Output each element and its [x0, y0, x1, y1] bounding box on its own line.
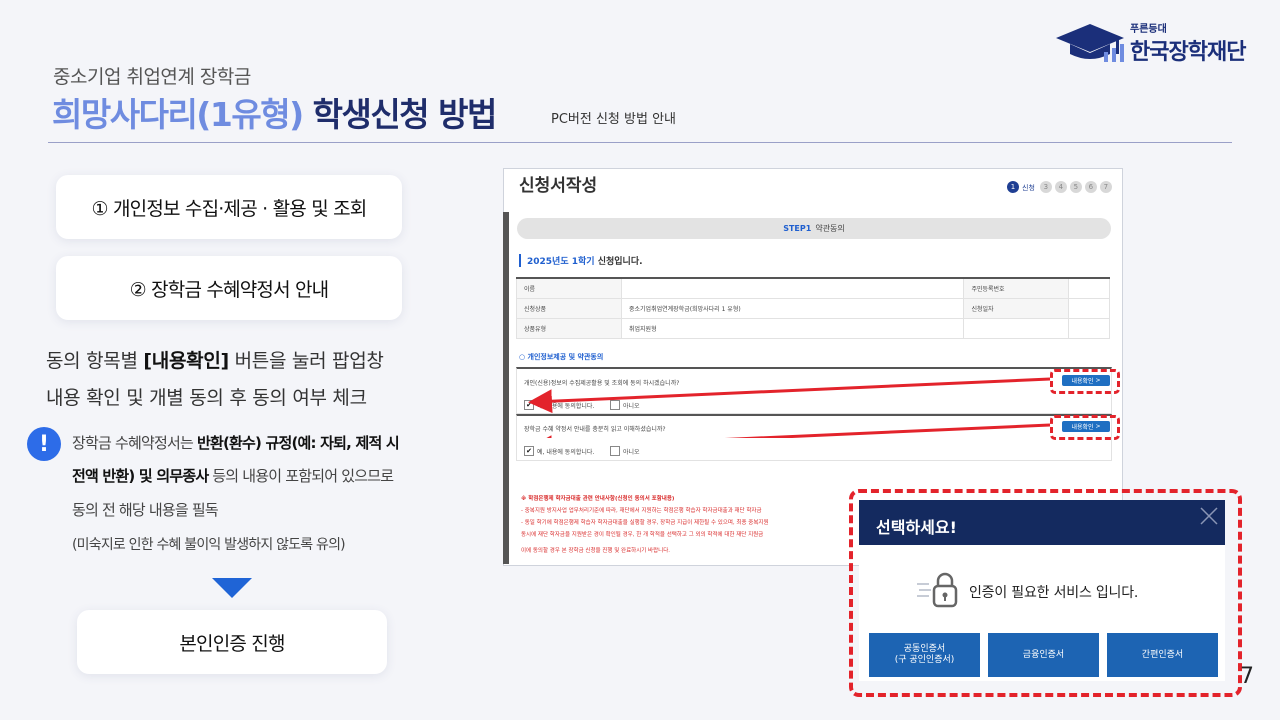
note-text: 등의 내용이 포함되어 있으므로 [208, 467, 394, 485]
step-card-agreement-label: ② 장학금 수혜약정서 안내 [129, 278, 330, 301]
button-label: 공동인증서 (구 공인인증서) [895, 644, 955, 666]
panel-left-bar [503, 212, 509, 564]
table-cell [620, 277, 965, 299]
instruction-line-2: 내용 확인 및 개별 동의 후 동의 여부 체크 [46, 387, 367, 409]
table-cell: 신청일자 [963, 298, 1070, 319]
logo-main-text: 한국장학재단 [1130, 40, 1246, 65]
joint-certificate-button[interactable]: 공동인증서 (구 공인인증서) [869, 633, 980, 677]
button-label: 금융인증서 [1022, 649, 1065, 660]
table-cell: 이름 [516, 277, 622, 299]
semester-suffix: 신청입니다. [594, 257, 643, 267]
step-card-privacy-label: ① 개인정보 수집·제공 · 활용 및 조회 [91, 197, 368, 220]
header-divider [48, 142, 1232, 143]
agree-no-option-2[interactable]: 아니오 [610, 446, 640, 456]
title-part2: 학생신청 방법 [312, 95, 498, 134]
table-cell [1068, 277, 1110, 299]
step-dot: 6 [1084, 181, 1097, 193]
note-emphasis: 전액 반환) 및 의무종사 [72, 467, 209, 485]
agree-yes-option-2[interactable]: ✔ 예, 내용에 동의합니다. [524, 446, 594, 456]
agreement-heading: ○ 개인정보제공 및 약관동의 [519, 353, 604, 361]
page-title: 희망사다리(1유형) 학생신청 방법 [52, 88, 498, 136]
close-icon[interactable] [1198, 505, 1220, 527]
table-cell [1068, 318, 1110, 339]
notice-line: 동시에 재단 학자금을 지원받은 경이 확인될 경우, 한 개 학적을 선택하고… [521, 532, 764, 538]
page-number: 7 [1240, 664, 1254, 689]
highlight-box-2 [1050, 415, 1120, 440]
exclamation-icon: ! [27, 427, 61, 461]
title-note: PC버전 신청 방법 안내 [551, 112, 676, 127]
title-part1: 희망사다리(1유형) [52, 95, 304, 134]
financial-certificate-button[interactable]: 금융인증서 [988, 633, 1099, 677]
semester-heading: 2025년도 1학기 신청입니다. [519, 254, 643, 267]
notice-line: - 중복지원 방지사업 업무처리기준에 따라, 재단에서 지원하는 학점은행 학… [521, 508, 762, 514]
step-card-privacy: ① 개인정보 수집·제공 · 활용 및 조회 [56, 175, 402, 239]
button-label-line: 공동인증서 [903, 644, 946, 654]
button-label-line: (구 공인인증서) [894, 655, 955, 665]
checkbox-checked[interactable]: ✔ [524, 446, 534, 456]
instruction-line-1: 동의 항목별 [내용확인] 버튼을 눌러 팝업창 [46, 346, 384, 373]
step-card-auth-label: 본인인증 진행 [179, 632, 285, 655]
graduation-cap-icon [1056, 24, 1124, 62]
step-bar-label: 약관동의 [815, 224, 845, 233]
note-text: 장학금 수혜약정서는 [72, 434, 197, 452]
table-cell: 신청상품 [516, 298, 622, 319]
instruction-text: 버튼을 눌러 팝업창 [228, 350, 384, 372]
note-line-3: 동의 전 해당 내용을 필독 [72, 501, 219, 519]
semester-year: 2025년도 1학기 [527, 257, 595, 267]
step-bar: STEP1 약관동의 [517, 218, 1111, 239]
simple-certificate-button[interactable]: 간편인증서 [1107, 633, 1218, 677]
note-line-2: 전액 반환) 및 의무종사 등의 내용이 포함되어 있으므로 [72, 465, 394, 486]
note-line-1: 장학금 수혜약정서는 반환(환수) 규정(예: 자퇴, 제적 시 [72, 432, 400, 453]
form-title: 신청서작성 [519, 176, 598, 196]
option-label: 예, 내용에 동의합니다. [537, 448, 595, 456]
note-emphasis: 반환(환수) 규정(예: 자퇴, 제적 시 [196, 434, 400, 452]
notice-line: ※ 학점은행제 학자금대출 관련 안내사항(신청인 동의서 포함내용) [521, 496, 675, 502]
step-active-label: 신청 [1022, 184, 1035, 192]
agreement-heading-text: 개인정보제공 및 약관동의 [527, 353, 604, 361]
checkbox[interactable] [610, 446, 620, 456]
table-cell: 상품유형 [516, 318, 622, 339]
note-line-4: (미숙지로 인한 수혜 불이익 발생하지 않도록 유의) [72, 537, 346, 553]
red-arrow-icon [528, 377, 1051, 438]
step-dot-active: 1 [1007, 181, 1019, 193]
instruction-emphasis: [내용확인] [143, 350, 229, 372]
table-row: 상품유형 취업지원형 [516, 318, 1110, 339]
popup-message: 인증이 필요한 서비스 입니다. [969, 585, 1139, 601]
popup-title: 선택하세요! [876, 518, 957, 537]
instruction-text: 동의 항목별 [46, 350, 144, 372]
option-label: 아니오 [623, 448, 640, 456]
notice-line: 이에 동의할 경우 본 장학금 신청을 진행 및 완료하시기 바랍니다. [521, 548, 671, 554]
table-cell: 주민등록번호 [963, 277, 1070, 299]
lock-icon [917, 572, 958, 608]
step-card-auth: 본인인증 진행 [77, 610, 387, 674]
step-indicator: 1 신청 3 4 5 6 7 [1007, 181, 1112, 195]
table-row: 신청상품 중소기업취업연계장학금(희망사다리 1 유형) 신청일자 [516, 298, 1110, 319]
step-card-agreement: ② 장학금 수혜약정서 안내 [56, 256, 402, 320]
step-dot: 7 [1099, 181, 1112, 193]
step-dot: 5 [1069, 181, 1082, 193]
page-subtitle: 중소기업 취업연계 장학금 [53, 66, 251, 88]
step-dot: 4 [1054, 181, 1067, 193]
table-cell: 취업지원형 [620, 318, 965, 339]
step-bar-step: STEP1 [783, 224, 812, 233]
button-label: 간편인증서 [1141, 649, 1184, 660]
chevron-down-icon [212, 578, 252, 598]
step-dot: 3 [1039, 181, 1052, 193]
table-cell [963, 318, 1070, 339]
highlight-box-1 [1050, 369, 1120, 394]
logo-small-text: 푸른등대 [1130, 24, 1167, 35]
table-cell [1068, 298, 1110, 319]
table-row: 이름 주민등록번호 [516, 277, 1110, 299]
applicant-info-table: 이름 주민등록번호 신청상품 중소기업취업연계장학금(희망사다리 1 유형) 신… [516, 277, 1110, 339]
notice-line: - 동일 학기에 학점은행제 학습자 학자금대출을 실행할 경우, 장학금 지급… [521, 520, 769, 526]
table-cell: 중소기업취업연계장학금(희망사다리 1 유형) [620, 298, 965, 319]
